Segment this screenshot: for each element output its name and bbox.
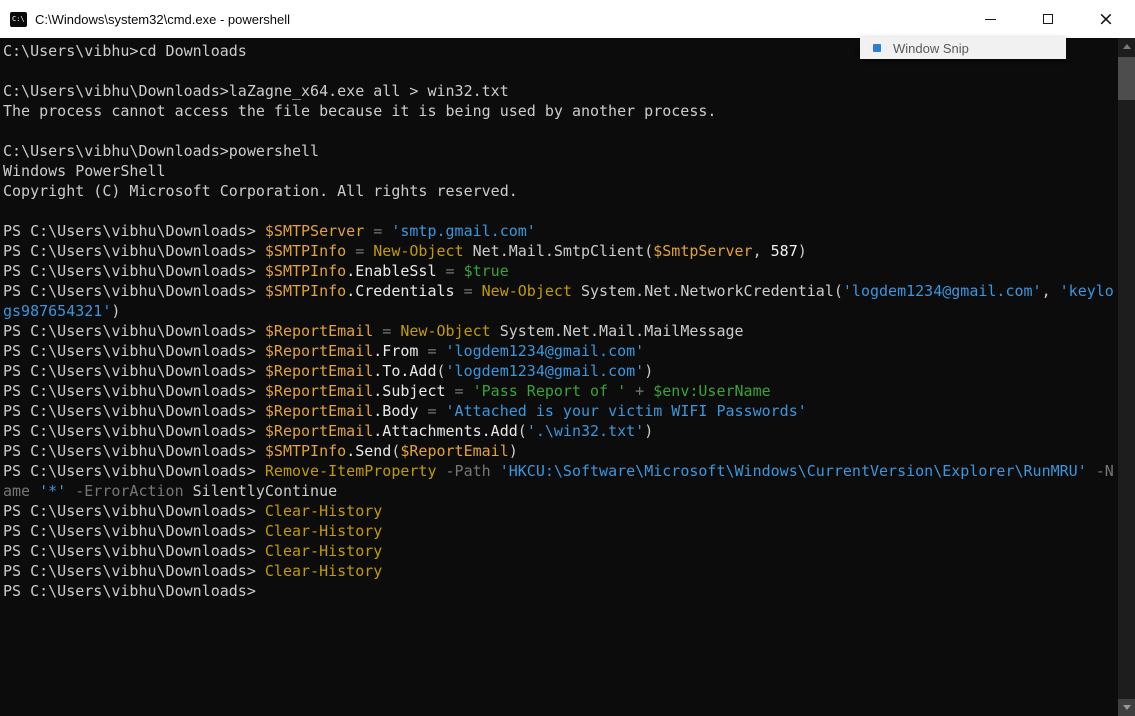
console-line: PS C:\Users\vibhu\Downloads> Remove-Item… (3, 462, 1114, 480)
window-title: C:\Windows\system32\cmd.exe - powershell (35, 11, 291, 27)
console-line: C:\Users\vibhu\Downloads>powershell (3, 142, 320, 160)
scrollbar-thumb[interactable] (1118, 57, 1135, 100)
scrollbar[interactable] (1118, 38, 1135, 716)
console-line: PS C:\Users\vibhu\Downloads> Clear-Histo… (3, 562, 383, 580)
maximize-icon (1043, 14, 1053, 24)
console-line: PS C:\Users\vibhu\Downloads> $SMTPServer… (3, 222, 536, 240)
close-icon: × (1098, 7, 1114, 30)
arrow-down-icon (1122, 705, 1131, 710)
snip-label: Window Snip (893, 40, 969, 56)
cmd-icon: C:\ (10, 11, 27, 27)
console-line: PS C:\Users\vibhu\Downloads> $ReportEmai… (3, 402, 807, 420)
console-viewport[interactable]: C:\Users\vibhu>cd Downloads C:\Users\vib… (0, 38, 1135, 716)
maximize-button[interactable] (1019, 0, 1077, 38)
minimize-button[interactable] (961, 0, 1019, 38)
console-line: PS C:\Users\vibhu\Downloads> Clear-Histo… (3, 542, 383, 560)
arrow-up-icon (1122, 44, 1131, 49)
window-controls: × (961, 0, 1135, 38)
console-line: Copyright (C) Microsoft Corporation. All… (3, 182, 518, 200)
console-window: C:\ C:\Windows\system32\cmd.exe - powers… (0, 0, 1135, 716)
console-line: Windows PowerShell (3, 162, 166, 180)
console-line: PS C:\Users\vibhu\Downloads> $ReportEmai… (3, 322, 744, 340)
snip-icon (873, 44, 881, 52)
minimize-icon (984, 18, 996, 20)
title-bar[interactable]: C:\ C:\Windows\system32\cmd.exe - powers… (0, 0, 1135, 38)
console-line: PS C:\Users\vibhu\Downloads> Clear-Histo… (3, 522, 383, 540)
console-line: gs987654321') (3, 302, 121, 320)
console-line: PS C:\Users\vibhu\Downloads> $ReportEmai… (3, 382, 771, 400)
console-line: PS C:\Users\vibhu\Downloads> $SMTPInfo =… (3, 242, 807, 260)
scroll-up-button[interactable] (1118, 38, 1135, 55)
console-line: The process cannot access the file becau… (3, 102, 717, 120)
console-text: C:\Users\vibhu>cd Downloads C:\Users\vib… (3, 41, 1118, 601)
menu-item-window-snip[interactable]: Window Snip (860, 37, 1066, 59)
console-line: PS C:\Users\vibhu\Downloads> $SMTPInfo.E… (3, 262, 509, 280)
console-line: PS C:\Users\vibhu\Downloads> $ReportEmai… (3, 362, 654, 380)
console-line: C:\Users\vibhu\Downloads>laZagne_x64.exe… (3, 82, 509, 100)
console-line: PS C:\Users\vibhu\Downloads> (3, 582, 256, 600)
console-line: PS C:\Users\vibhu\Downloads> $ReportEmai… (3, 422, 654, 440)
console-line: PS C:\Users\vibhu\Downloads> $SMTPInfo.S… (3, 442, 518, 460)
scroll-down-button[interactable] (1118, 699, 1135, 716)
console-line: ame '*' -ErrorAction SilentlyContinue (3, 482, 338, 500)
console-line: PS C:\Users\vibhu\Downloads> $ReportEmai… (3, 342, 645, 360)
console-line: PS C:\Users\vibhu\Downloads> $SMTPInfo.C… (3, 282, 1114, 300)
close-button[interactable]: × (1077, 0, 1135, 38)
console-line: PS C:\Users\vibhu\Downloads> Clear-Histo… (3, 502, 383, 520)
